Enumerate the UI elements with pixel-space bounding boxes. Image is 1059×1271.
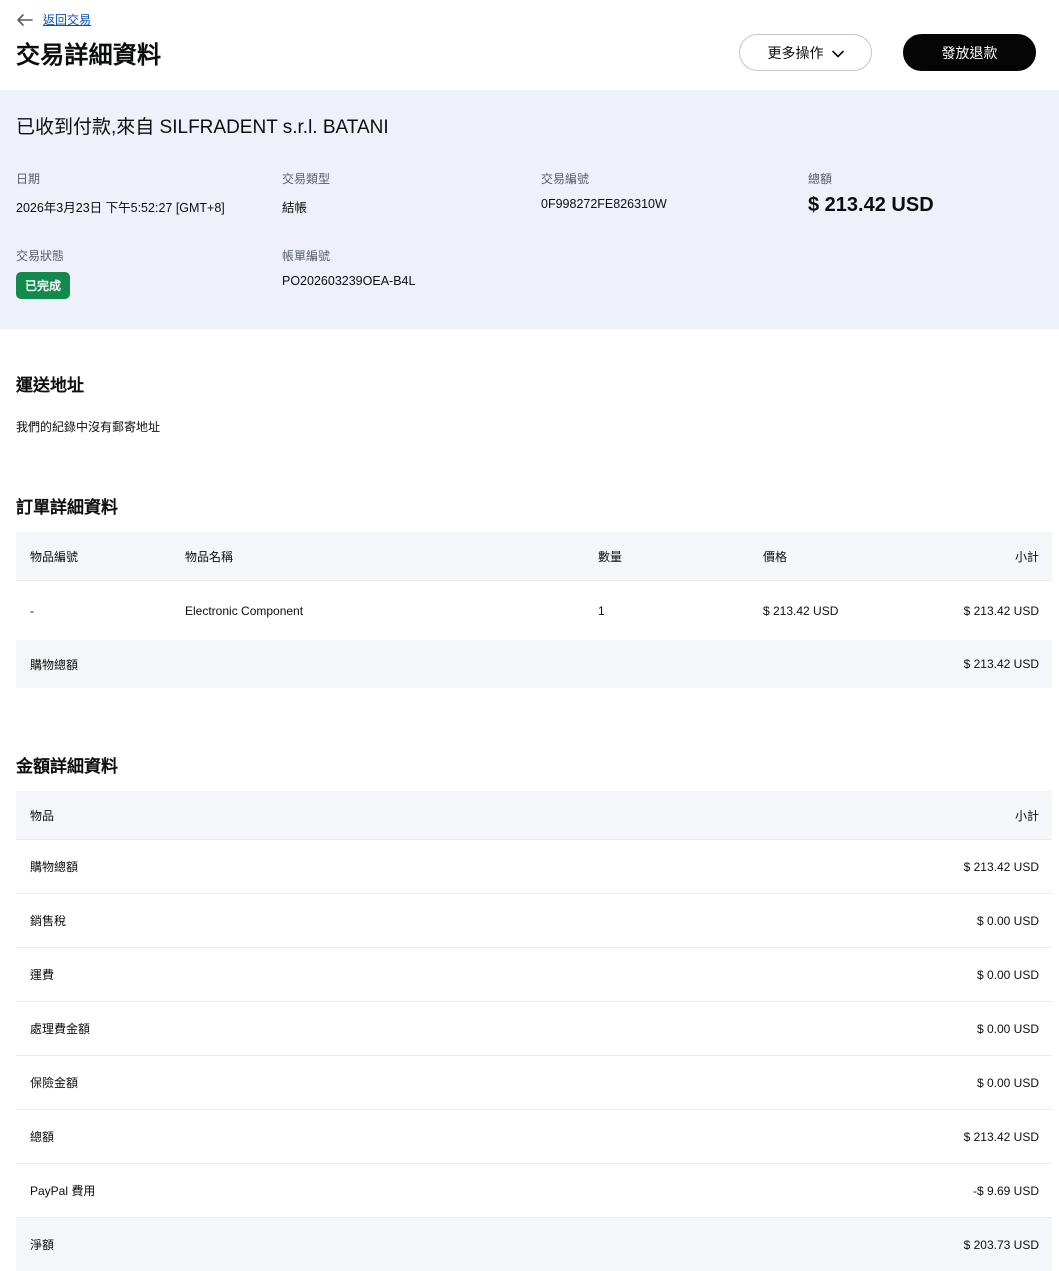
amount-row-label: 購物總額 — [30, 860, 79, 874]
field-date: 日期 2026年3月23日 下午5:52:27 [GMT+8] — [16, 170, 282, 217]
amount-row-label: PayPal 費用 — [30, 1184, 96, 1198]
order-table-header: 物品編號 物品名稱 數量 價格 小計 — [16, 532, 1052, 580]
field-invoice-id-label: 帳單編號 — [282, 249, 331, 263]
amount-row-label: 淨額 — [30, 1238, 55, 1252]
action-buttons: 更多操作 發放退款 — [739, 34, 1043, 71]
field-transaction-id-label: 交易編號 — [541, 172, 590, 186]
field-transaction-type-value: 結帳 — [282, 201, 308, 215]
back-row: 返回交易 — [16, 0, 1043, 28]
cell-subtotal: $ 213.42 USD — [963, 603, 1039, 618]
amount-details-table: 物品 小計 購物總額 $ 213.42 USD 銷售稅 $ 0.00 USD 運… — [16, 791, 1052, 1271]
page-title: 交易詳細資料 — [16, 42, 162, 69]
purchase-total-value: $ 213.42 USD — [963, 657, 1039, 671]
shipping-empty-text: 我們的紀錄中沒有郵寄地址 — [16, 420, 161, 434]
amount-row-purchase-total: 購物總額 $ 213.42 USD — [16, 839, 1052, 893]
amount-row-value: $ 0.00 USD — [976, 913, 1039, 928]
amount-row-total: 總額 $ 213.42 USD — [16, 1109, 1052, 1163]
field-transaction-status: 交易狀態 已完成 — [16, 247, 282, 299]
amount-row-shipping: 運費 $ 0.00 USD — [16, 947, 1052, 1001]
shipping-heading: 運送地址 — [16, 376, 84, 395]
amount-row-paypal-fee: PayPal 費用 -$ 9.69 USD — [16, 1163, 1052, 1217]
more-actions-label: 更多操作 — [767, 44, 824, 61]
col-subtotal: 小計 — [1014, 549, 1039, 564]
status-badge: 已完成 — [16, 272, 71, 299]
field-transaction-id: 交易編號 0F998272FE826310W — [541, 170, 808, 217]
amount-row-value: $ 213.42 USD — [963, 1129, 1039, 1144]
summary-fields: 日期 2026年3月23日 下午5:52:27 [GMT+8] 交易類型 結帳 … — [16, 170, 1043, 299]
transaction-details-page: { "page": { "back_link": "返回交易", "title"… — [0, 0, 1059, 1271]
back-to-transactions-link[interactable]: 返回交易 — [43, 11, 91, 28]
col-item-name: 物品名稱 — [185, 549, 234, 564]
issue-refund-label: 發放退款 — [941, 44, 998, 61]
amount-table-header: 物品 小計 — [16, 791, 1052, 839]
amount-row-value: -$ 9.69 USD — [972, 1183, 1039, 1198]
order-details-section: 訂單詳細資料 物品編號 物品名稱 數量 價格 小計 - Electronic C… — [0, 493, 1059, 688]
cell-qty: 1 — [598, 603, 605, 618]
payment-summary-panel: 已收到付款,來自 SILFRADENT s.r.l. BATANI 日期 202… — [0, 90, 1059, 329]
field-transaction-id-value: 0F998272FE826310W — [541, 197, 667, 211]
amount-row-label: 運費 — [30, 968, 55, 982]
arrow-left-icon[interactable] — [16, 13, 34, 27]
field-invoice-id-value: PO202603239OEA-B4L — [282, 274, 416, 288]
amount-row-value: $ 0.00 USD — [976, 1021, 1039, 1036]
amount-row-sales-tax: 銷售稅 $ 0.00 USD — [16, 893, 1052, 947]
field-total-amount-value: $ 213.42 USD — [808, 194, 934, 216]
amount-row-value: $ 213.42 USD — [963, 859, 1039, 874]
col-item: 物品 — [30, 808, 55, 823]
title-row: 交易詳細資料 更多操作 發放退款 — [16, 34, 1043, 71]
more-actions-button[interactable]: 更多操作 — [739, 34, 872, 71]
col-qty: 數量 — [598, 549, 623, 564]
amount-row-value: $ 0.00 USD — [976, 1075, 1039, 1090]
amount-row-value: $ 203.73 USD — [963, 1237, 1039, 1252]
field-transaction-type-label: 交易類型 — [282, 172, 331, 186]
cell-price: $ 213.42 USD — [763, 603, 839, 618]
order-details-heading: 訂單詳細資料 — [16, 498, 118, 517]
chevron-down-icon — [831, 50, 844, 58]
col-subtotal: 小計 — [1014, 808, 1039, 823]
field-date-value: 2026年3月23日 下午5:52:27 [GMT+8] — [16, 201, 225, 215]
amount-row-net: 淨額 $ 203.73 USD — [16, 1217, 1052, 1271]
amount-row-label: 總額 — [30, 1130, 55, 1144]
field-total-amount-label: 總額 — [808, 172, 833, 186]
amount-row-label: 保險金額 — [30, 1076, 79, 1090]
order-table-footer: 購物總額 $ 213.42 USD — [16, 640, 1052, 688]
cell-item-name: Electronic Component — [185, 603, 304, 618]
field-invoice-id: 帳單編號 PO202603239OEA-B4L — [282, 247, 541, 299]
amount-details-section: 金額詳細資料 物品 小計 購物總額 $ 213.42 USD 銷售稅 $ 0.0… — [0, 752, 1059, 1271]
amount-row-handling: 處理費金額 $ 0.00 USD — [16, 1001, 1052, 1055]
order-details-table: 物品編號 物品名稱 數量 價格 小計 - Electronic Componen… — [16, 532, 1052, 688]
col-item-id: 物品編號 — [30, 549, 79, 564]
amount-row-label: 銷售稅 — [30, 914, 67, 928]
payment-summary-heading: 已收到付款,來自 SILFRADENT s.r.l. BATANI — [16, 117, 389, 138]
shipping-section: 運送地址 我們的紀錄中沒有郵寄地址 — [0, 371, 1059, 435]
table-row: - Electronic Component 1 $ 213.42 USD $ … — [16, 580, 1052, 640]
top-bar: 返回交易 交易詳細資料 更多操作 發放退款 — [0, 0, 1059, 71]
cell-item-id: - — [30, 603, 34, 618]
amount-row-value: $ 0.00 USD — [976, 967, 1039, 982]
field-date-label: 日期 — [16, 172, 41, 186]
field-total-amount: 總額 $ 213.42 USD — [808, 170, 1043, 217]
field-transaction-status-label: 交易狀態 — [16, 249, 65, 263]
issue-refund-button[interactable]: 發放退款 — [903, 34, 1036, 71]
field-transaction-type: 交易類型 結帳 — [282, 170, 541, 217]
amount-details-heading: 金額詳細資料 — [16, 757, 118, 776]
col-price: 價格 — [763, 549, 788, 564]
purchase-total-label: 購物總額 — [30, 657, 79, 672]
amount-row-insurance: 保險金額 $ 0.00 USD — [16, 1055, 1052, 1109]
amount-row-label: 處理費金額 — [30, 1022, 91, 1036]
